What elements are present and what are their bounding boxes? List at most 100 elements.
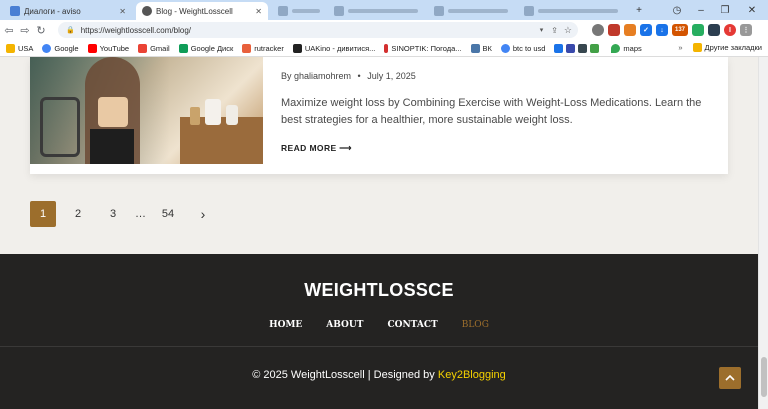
post-thumbnail[interactable] bbox=[30, 57, 263, 164]
maximize-icon[interactable]: ❐ bbox=[714, 2, 736, 18]
bookmarks-bar: USA Google YouTube Gmail Google Диск rut… bbox=[0, 40, 768, 57]
rutracker-icon bbox=[242, 43, 252, 53]
bookmark-icons-group[interactable] bbox=[554, 43, 602, 53]
back-icon[interactable]: ⇦ bbox=[2, 24, 16, 37]
next-page-icon[interactable]: › bbox=[190, 201, 216, 227]
profile-avatar-icon[interactable]: I bbox=[724, 24, 736, 36]
tab-favicon-icon bbox=[434, 6, 444, 16]
close-icon[interactable]: ✕ bbox=[119, 7, 126, 16]
copyright-text: © 2025 WeightLosscell | Designed by bbox=[252, 369, 438, 381]
bookmark-gmail[interactable]: Gmail bbox=[138, 43, 170, 53]
uakino-icon bbox=[292, 43, 302, 53]
vk-icon bbox=[470, 43, 480, 53]
close-icon[interactable]: ✕ bbox=[255, 7, 262, 16]
address-bar[interactable]: 🔒 https://weightlosscell.com/blog/ ▾ ⇪ ☆ bbox=[58, 22, 578, 38]
browser-tab-bar: Диалоги - aviso ✕ Blog - WeightLosscell … bbox=[0, 0, 768, 20]
close-window-icon[interactable]: ✕ bbox=[740, 2, 764, 18]
puzzle-icon[interactable] bbox=[708, 24, 720, 36]
check-extension-icon[interactable]: ✓ bbox=[640, 24, 652, 36]
puzzle-extension-icon[interactable] bbox=[624, 24, 636, 36]
folder-icon bbox=[6, 43, 15, 53]
footer-nav-contact[interactable]: CONTACT bbox=[387, 320, 437, 330]
clock-icon[interactable]: ◷ bbox=[668, 2, 686, 18]
bookmark-sinoptik[interactable]: SINOPTIK: Погода... bbox=[384, 43, 462, 53]
menu-icon[interactable]: ⋮ bbox=[740, 24, 752, 36]
gmail-icon bbox=[138, 43, 148, 53]
read-more-link[interactable]: READ MORE ⟶ bbox=[281, 143, 352, 154]
page-scrollbar[interactable] bbox=[758, 57, 768, 409]
bookmark-usa[interactable]: USA bbox=[6, 43, 33, 53]
bookmark-uakino[interactable]: UAKino - дивитися... bbox=[292, 43, 375, 53]
post-meta: By ghaliamohrem • July 1, 2025 bbox=[281, 71, 420, 81]
bookmark-google[interactable]: Google bbox=[42, 43, 79, 53]
extensions-row: ✓ ↓ 137 I ⋮ bbox=[592, 23, 752, 37]
chevron-right-icon: » bbox=[678, 43, 683, 52]
dropdown-icon[interactable]: ▾ bbox=[540, 26, 544, 34]
badge-extension-icon[interactable]: 137 bbox=[672, 24, 688, 36]
footer-divider bbox=[0, 346, 758, 347]
tab-favicon-icon bbox=[334, 6, 344, 16]
folder-icon bbox=[692, 43, 702, 52]
bookmark-maps[interactable]: maps bbox=[611, 43, 642, 53]
google-icon bbox=[500, 43, 510, 53]
page-54-button[interactable]: 54 bbox=[155, 201, 181, 227]
footer-copyright: © 2025 WeightLosscell | Designed by Key2… bbox=[0, 369, 758, 381]
forward-icon[interactable]: ⇨ bbox=[18, 24, 32, 37]
thermometer-icon bbox=[384, 43, 389, 53]
browser-toolbar: ⇦ ⇨ ↻ 🔒 https://weightlosscell.com/blog/… bbox=[0, 20, 768, 40]
lock-icon: 🔒 bbox=[66, 27, 75, 34]
browser-tab-3[interactable] bbox=[272, 2, 326, 20]
footer-nav-about[interactable]: ABOUT bbox=[326, 320, 363, 330]
other-bookmarks[interactable]: » Другие закладки bbox=[678, 43, 762, 52]
footer-nav-home[interactable]: HOME bbox=[269, 320, 302, 330]
bookmark-google-drive[interactable]: Google Диск bbox=[178, 43, 233, 53]
post-author[interactable]: By ghaliamohrem bbox=[281, 71, 351, 81]
bookmark-vk[interactable]: ВК bbox=[470, 43, 492, 53]
tab-title: Диалоги - aviso bbox=[24, 6, 81, 16]
scrollbar-thumb[interactable] bbox=[761, 357, 767, 397]
footer-site-title[interactable]: WEIGHTLOSSCE bbox=[0, 280, 758, 301]
download-icon[interactable]: ↓ bbox=[656, 24, 668, 36]
reload-icon[interactable]: ↻ bbox=[34, 24, 48, 37]
news-icon bbox=[578, 43, 588, 53]
tab-favicon-icon bbox=[278, 6, 288, 16]
pagination-ellipsis: … bbox=[135, 208, 146, 220]
footer-nav: HOME ABOUT CONTACT BLOG bbox=[0, 320, 758, 330]
page-3-button[interactable]: 3 bbox=[100, 201, 126, 227]
browser-tab-5[interactable] bbox=[428, 2, 516, 20]
pagination: 1 2 3 … 54 › bbox=[30, 201, 225, 227]
site-footer: WEIGHTLOSSCE HOME ABOUT CONTACT BLOG © 2… bbox=[0, 254, 758, 409]
globe-extension-icon[interactable] bbox=[592, 24, 604, 36]
bookmark-rutracker[interactable]: rutracker bbox=[242, 43, 284, 53]
footer-nav-blog[interactable]: BLOG bbox=[462, 320, 489, 330]
google-icon bbox=[42, 43, 52, 53]
star-icon[interactable]: ☆ bbox=[564, 25, 572, 36]
chevron-up-icon[interactable] bbox=[719, 367, 741, 389]
drive-icon bbox=[178, 43, 188, 53]
page-1-button[interactable]: 1 bbox=[30, 201, 56, 227]
bookmark-btc[interactable]: btc to usd bbox=[500, 43, 545, 53]
share-icon[interactable]: ⇪ bbox=[551, 26, 558, 35]
page-2-button[interactable]: 2 bbox=[65, 201, 91, 227]
url-text: https://weightlosscell.com/blog/ bbox=[80, 25, 191, 35]
browser-tab-blog[interactable]: Blog - WeightLosscell ✕ bbox=[136, 2, 268, 20]
aviso-favicon-icon bbox=[10, 6, 20, 16]
tab-favicon-icon bbox=[524, 6, 534, 16]
page-viewport: By ghaliamohrem • July 1, 2025 Maximize … bbox=[0, 57, 758, 409]
arrow-icon bbox=[566, 43, 576, 53]
new-tab-icon[interactable]: + bbox=[632, 2, 646, 18]
tab-title: Blog - WeightLosscell bbox=[156, 6, 233, 16]
browser-tab-4[interactable] bbox=[328, 2, 426, 20]
eye-icon bbox=[590, 43, 600, 53]
browser-tab-aviso[interactable]: Диалоги - aviso ✕ bbox=[4, 2, 132, 20]
blog-post-card: By ghaliamohrem • July 1, 2025 Maximize … bbox=[30, 57, 728, 174]
post-date: July 1, 2025 bbox=[367, 71, 416, 81]
green-extension-icon[interactable] bbox=[692, 24, 704, 36]
p-icon bbox=[554, 43, 564, 53]
browser-tab-6[interactable] bbox=[518, 2, 628, 20]
bookmark-youtube[interactable]: YouTube bbox=[87, 43, 129, 53]
shield-extension-icon[interactable] bbox=[608, 24, 620, 36]
designer-link[interactable]: Key2Blogging bbox=[438, 369, 506, 381]
minimize-icon[interactable]: – bbox=[690, 2, 712, 18]
meta-separator: • bbox=[357, 71, 361, 81]
